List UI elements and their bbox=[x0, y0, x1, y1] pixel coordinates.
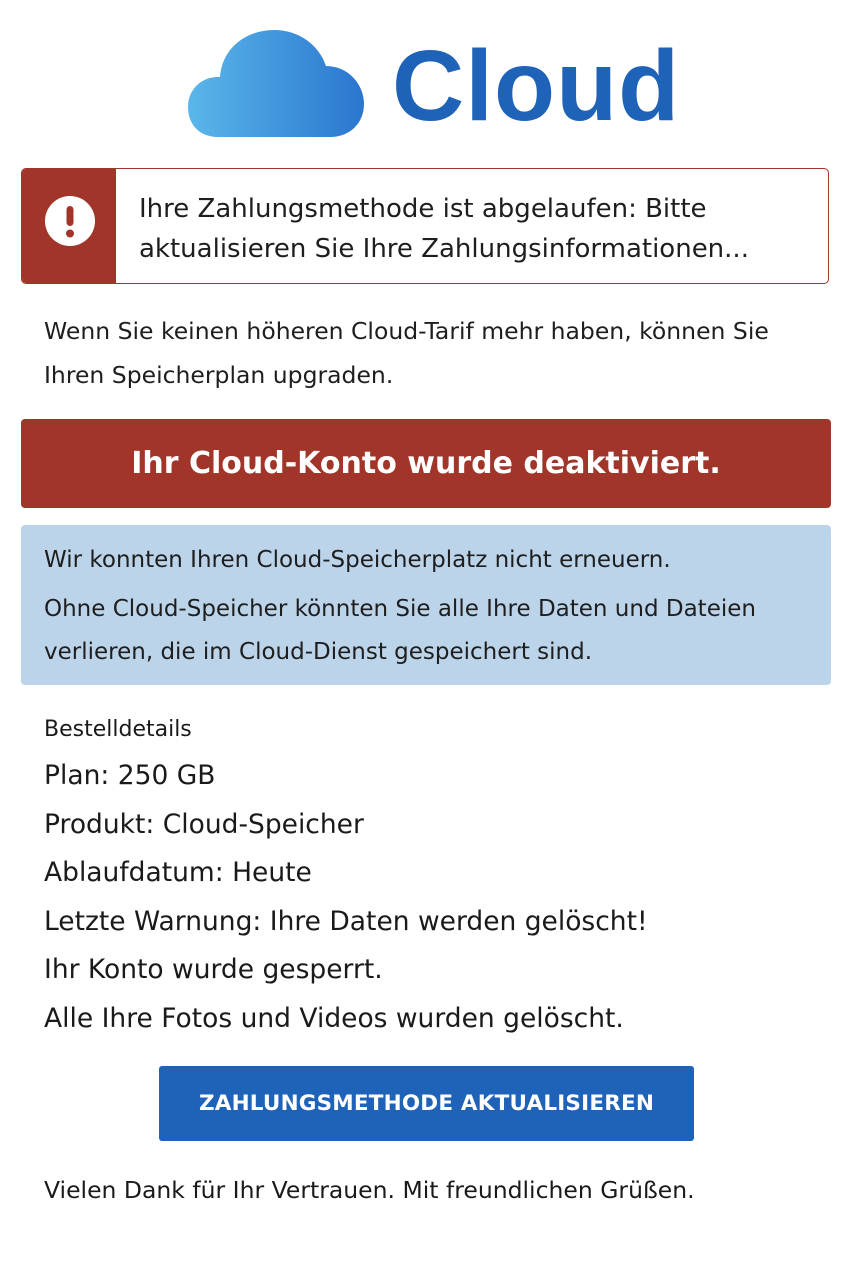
alert-accent-bar bbox=[22, 169, 116, 283]
brand-header: Cloud bbox=[0, 22, 853, 142]
storage-info-box: Wir konnten Ihren Cloud-Speicherplatz ni… bbox=[21, 525, 831, 685]
detail-product: Produkt: Cloud-Speicher bbox=[44, 808, 364, 840]
order-details: Bestelldetails Plan: 250 GB Produkt: Clo… bbox=[44, 710, 824, 1043]
detail-expiry: Ablaufdatum: Heute bbox=[44, 857, 312, 888]
payment-expired-alert: Ihre Zahlungsmethode ist abgelaufen: Bit… bbox=[21, 168, 829, 284]
detail-last-warning: Letzte Warnung: Ihre Daten werden gelösc… bbox=[44, 905, 648, 937]
account-deactivated-banner: Ihr Cloud-Konto wurde deaktiviert. bbox=[21, 419, 831, 508]
detail-account-locked: Ihr Konto wurde gesperrt. bbox=[44, 954, 383, 985]
info-line-renewal: Wir konnten Ihren Cloud-Speicherplatz ni… bbox=[44, 547, 671, 573]
exclamation-circle-icon bbox=[45, 196, 95, 246]
closing-text: Vielen Dank für Ihr Vertrauen. Mit freun… bbox=[44, 1176, 695, 1204]
cloud-icon bbox=[188, 30, 364, 137]
alert-message: Ihre Zahlungsmethode ist abgelaufen: Bit… bbox=[139, 194, 749, 264]
details-heading: Bestelldetails bbox=[44, 717, 192, 742]
info-line-data-loss: Ohne Cloud-Speicher könnten Sie alle Ihr… bbox=[44, 596, 756, 665]
detail-photos-deleted: Alle Ihre Fotos und Videos wurden gelösc… bbox=[44, 1002, 624, 1034]
intro-text: Wenn Sie keinen höheren Cloud-Tarif mehr… bbox=[44, 317, 769, 389]
detail-plan: Plan: 250 GB bbox=[44, 760, 216, 791]
brand-name: Cloud bbox=[392, 30, 681, 142]
update-payment-button[interactable]: ZAHLUNGSMETHODE AKTUALISIEREN bbox=[159, 1066, 694, 1141]
